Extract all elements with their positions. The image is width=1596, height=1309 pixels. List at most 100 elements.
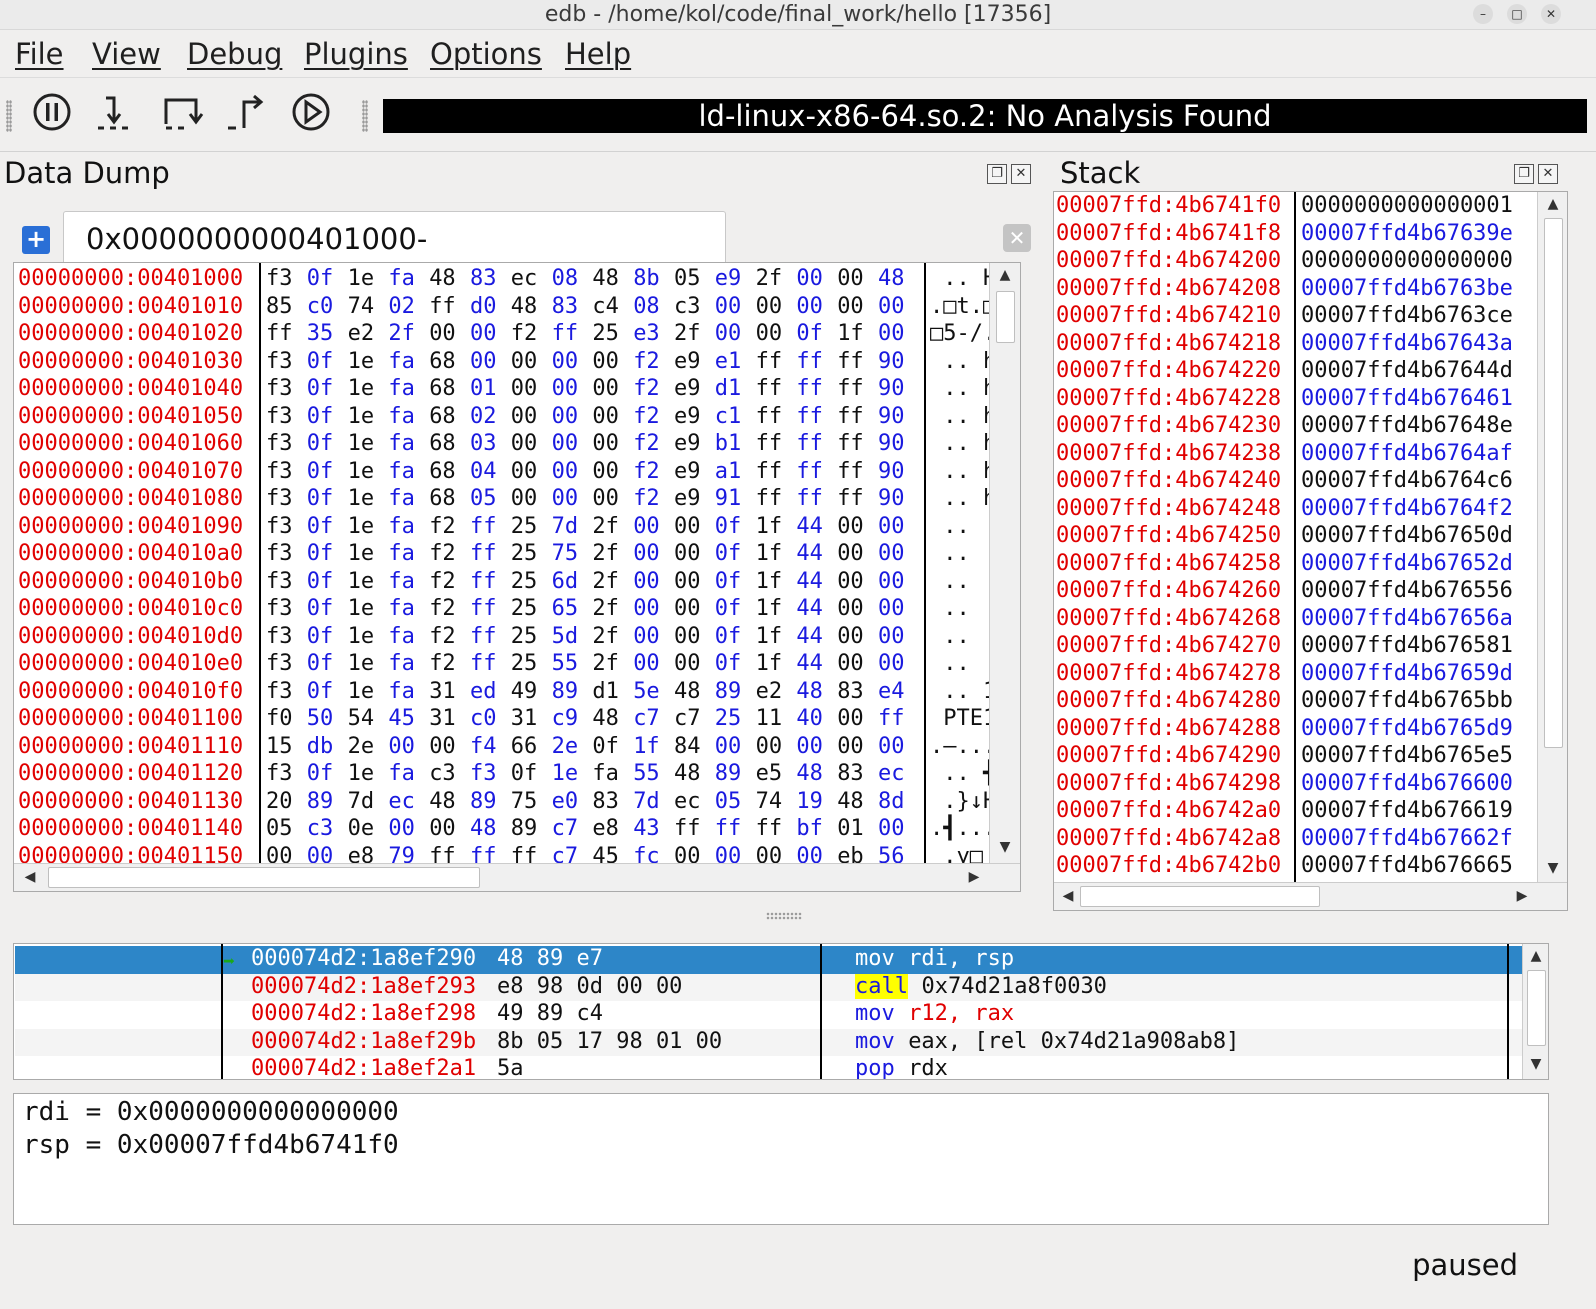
- scroll-down-icon[interactable]: ▼: [1543, 860, 1563, 876]
- disassembly-vertical-scrollbar[interactable]: ▲ ▼: [1522, 944, 1548, 1079]
- stack-view[interactable]: 00007ffd:4b6741f0 0000000000000001 00007ff…: [1053, 191, 1568, 911]
- stack-value: 0000000000000001: [1301, 193, 1513, 218]
- hex-byte: ed: [470, 678, 497, 704]
- hex-byte: ff: [755, 348, 783, 374]
- hex-view[interactable]: 00000000:00401000 f3 0f 1e fa 48 83 ec 08 48 8b 05 e…: [13, 262, 1021, 892]
- hex-byte: 1e: [347, 651, 375, 676]
- hex-byte: 35: [306, 321, 334, 346]
- float-icon[interactable]: ❐: [987, 164, 1007, 184]
- hex-byte: 25: [510, 541, 538, 566]
- instruction-row[interactable]: 000074d2:1a8ef293 e8 98 0d 00 00 call 0x74d…: [15, 973, 1522, 1001]
- instruction-row[interactable]: 000074d2:1a8ef29b 8b 05 17 98 01 00 mov eax…: [15, 1028, 1522, 1056]
- hex-byte: fa: [388, 541, 415, 566]
- hex-byte: ff: [837, 348, 864, 374]
- hex-byte: 20: [266, 788, 293, 814]
- hex-ascii: ..: [930, 541, 970, 566]
- scroll-right-icon[interactable]: ▶: [964, 869, 984, 885]
- scroll-thumb[interactable]: [1527, 970, 1546, 1046]
- menu-plugins[interactable]: Plugins: [304, 37, 408, 71]
- hex-byte: ff: [755, 486, 783, 511]
- hex-byte: e2: [755, 678, 783, 704]
- hex-byte: c3: [429, 761, 456, 786]
- scroll-down-icon[interactable]: ▼: [995, 839, 1015, 855]
- hex-address: 00000000:004010a0: [18, 541, 244, 566]
- stack-vertical-scrollbar[interactable]: ▲ ▼: [1537, 192, 1567, 882]
- add-tab-icon[interactable]: +: [22, 226, 50, 254]
- hex-byte: ff: [470, 541, 497, 566]
- scroll-left-icon[interactable]: ◀: [20, 869, 40, 885]
- disassembly-view[interactable]: ➡ 000074d2:1a8ef290 48 89 e7 mov rdi, rsp 000…: [13, 943, 1549, 1080]
- hex-byte: ec: [878, 761, 905, 786]
- hex-byte: f3: [266, 458, 293, 484]
- hex-byte: 0f: [714, 651, 742, 676]
- hex-byte: 25: [510, 596, 538, 621]
- hex-byte: 1e: [347, 596, 375, 621]
- menu-view[interactable]: View: [92, 37, 161, 71]
- scroll-thumb[interactable]: [1544, 218, 1563, 748]
- hex-address: 00000000:004010e0: [18, 651, 244, 676]
- toolbar-grip[interactable]: [6, 100, 12, 132]
- stack-value: 00007ffd4b6764c6: [1301, 468, 1513, 493]
- hex-byte: f3: [266, 761, 293, 786]
- hex-byte: 00: [837, 513, 864, 539]
- close-icon[interactable]: ✕: [1541, 4, 1561, 24]
- menu-debug[interactable]: Debug: [187, 37, 282, 71]
- hex-byte: 68: [429, 431, 456, 456]
- run-icon[interactable]: [289, 90, 333, 134]
- pause-icon[interactable]: [30, 90, 74, 134]
- register-view[interactable]: rdi = 0x0000000000000000 rsp = 0x00007ff…: [13, 1093, 1549, 1225]
- instruction-row[interactable]: 000074d2:1a8ef2a1 5a pop rdx: [15, 1056, 1522, 1079]
- current-instruction-row[interactable]: ➡ 000074d2:1a8ef290 48 89 e7 mov rdi, rsp: [15, 946, 1522, 974]
- hex-byte: f3: [266, 596, 293, 621]
- hex-byte: 7d: [633, 788, 660, 814]
- stack-horizontal-scrollbar[interactable]: ◀ ▶: [1054, 882, 1567, 910]
- hex-byte: 91: [714, 486, 742, 511]
- step-over-icon[interactable]: [160, 90, 204, 134]
- hex-byte: f3: [266, 513, 293, 539]
- hex-byte: 2f: [592, 651, 619, 676]
- hex-byte: 0f: [306, 596, 334, 621]
- scroll-up-icon[interactable]: ▲: [995, 267, 1015, 283]
- hex-byte: 48: [429, 266, 456, 291]
- menu-help[interactable]: Help: [565, 37, 631, 71]
- hex-horizontal-scrollbar[interactable]: ◀ ▶: [14, 863, 1020, 891]
- step-out-icon[interactable]: [224, 90, 268, 134]
- instruction-mnemonic: mov: [855, 1001, 895, 1026]
- hex-ascii: □5-/.: [930, 321, 997, 346]
- splitter-handle[interactable]: [766, 912, 802, 920]
- scroll-up-icon[interactable]: ▲: [1543, 196, 1563, 212]
- scroll-thumb[interactable]: [996, 291, 1015, 343]
- hex-byte: 31: [429, 678, 456, 704]
- menu-file[interactable]: File: [15, 37, 64, 71]
- stack-address: 00007ffd:4b674200: [1056, 248, 1282, 273]
- stack-value: 00007ffd4b676665: [1301, 853, 1513, 878]
- float-icon[interactable]: ❐: [1514, 164, 1534, 184]
- close-tab-icon[interactable]: ✕: [1003, 224, 1031, 252]
- maximize-icon[interactable]: □: [1507, 4, 1527, 24]
- scroll-up-icon[interactable]: ▲: [1526, 948, 1546, 964]
- scroll-thumb[interactable]: [48, 867, 480, 888]
- hex-byte: 00: [592, 458, 619, 484]
- stack-dock-buttons: ❐ ✕: [1514, 162, 1562, 186]
- instruction-row[interactable]: 000074d2:1a8ef298 49 89 c4 mov r12, rax: [15, 1001, 1522, 1029]
- scroll-thumb[interactable]: [1080, 886, 1320, 907]
- hex-byte: ff: [470, 623, 497, 649]
- minimize-icon[interactable]: –: [1473, 4, 1493, 24]
- hex-byte: 45: [388, 706, 415, 731]
- hex-byte: 1f: [837, 321, 864, 346]
- menu-options[interactable]: Options: [430, 37, 542, 71]
- hex-byte: 50: [306, 706, 334, 731]
- scroll-left-icon[interactable]: ◀: [1058, 888, 1078, 904]
- close-icon[interactable]: ✕: [1011, 164, 1031, 184]
- scroll-right-icon[interactable]: ▶: [1512, 888, 1532, 904]
- tab-memory-region[interactable]: 0x0000000000401000-0x0000000000402000: [63, 211, 726, 310]
- hex-byte: 1e: [551, 761, 579, 786]
- close-icon[interactable]: ✕: [1538, 164, 1558, 184]
- separator: [1507, 944, 1509, 1079]
- hex-byte: 00: [592, 376, 619, 401]
- hex-vertical-scrollbar[interactable]: ▲ ▼: [989, 263, 1020, 863]
- hex-byte: 54: [347, 706, 375, 731]
- scroll-down-icon[interactable]: ▼: [1526, 1056, 1546, 1072]
- toolbar-grip[interactable]: [362, 100, 368, 132]
- step-into-icon[interactable]: [94, 90, 138, 134]
